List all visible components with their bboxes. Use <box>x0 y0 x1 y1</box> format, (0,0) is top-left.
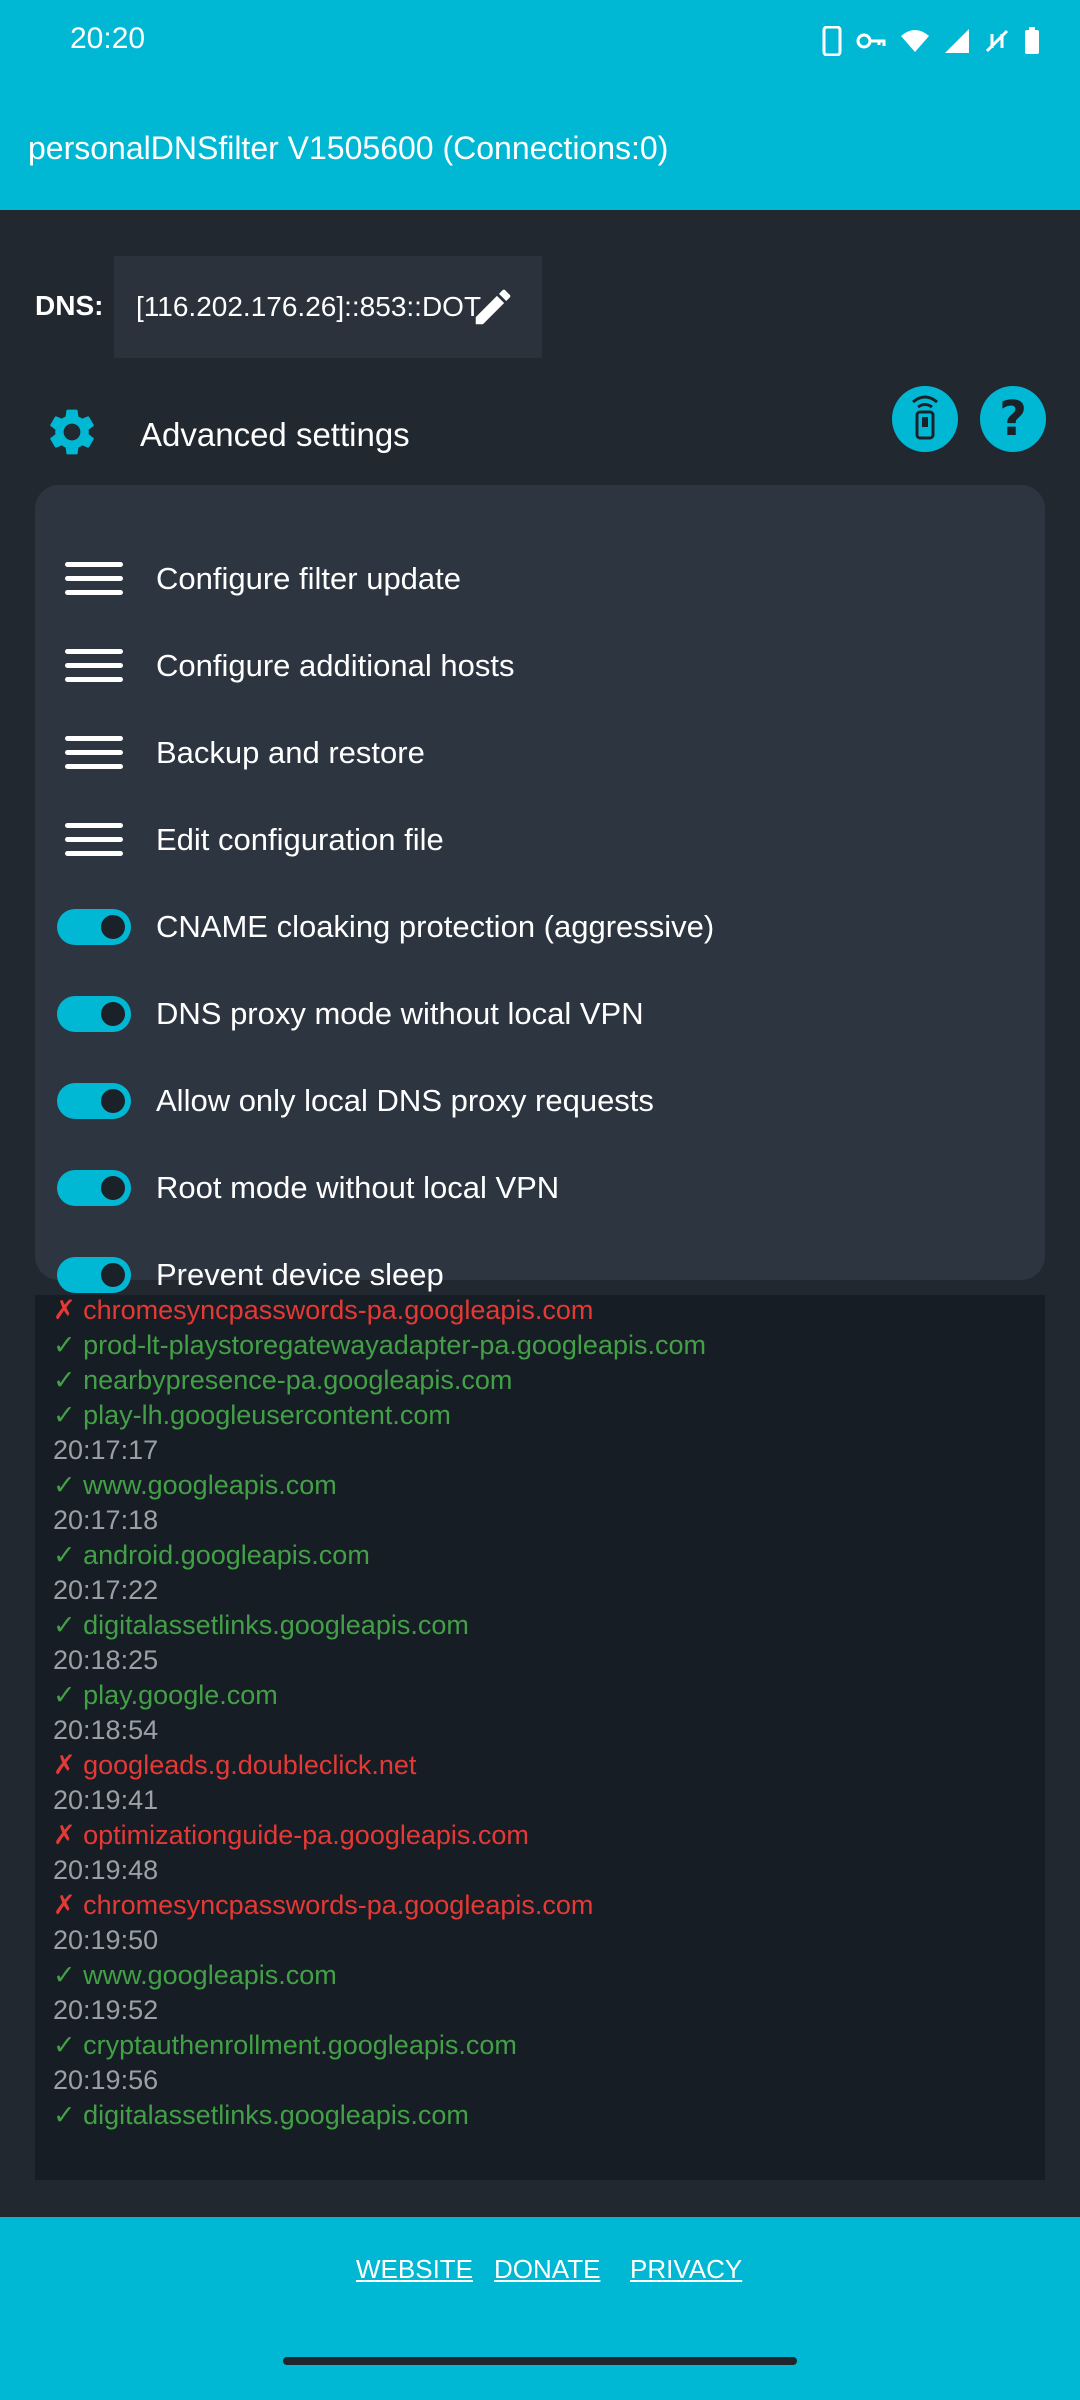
dns-value: [116.202.176.26]::853::DOT <box>136 291 482 322</box>
dns-log[interactable]: ✗ chromesyncpasswords-pa.googleapis.com … <box>35 1295 1045 2180</box>
menu-icon <box>65 553 123 604</box>
log-entry: ✓ play-lh.googleusercontent.com <box>53 1400 451 1430</box>
log-timestamp: 20:18:54 <box>53 1715 159 1745</box>
app-title: personalDNSfilter V1505600 (Connections:… <box>28 130 669 166</box>
help-button[interactable]: ? <box>980 386 1046 452</box>
log-entry: ✓ www.googleapis.com <box>53 1470 337 1500</box>
menu-item-label: Configure additional hosts <box>156 647 515 683</box>
log-timestamp: 20:18:25 <box>53 1645 159 1675</box>
advanced-settings-toggle[interactable]: Advanced settings <box>44 404 410 465</box>
menu-item-configure-additional-hosts[interactable]: Configure additional hosts <box>35 622 1045 709</box>
setting-label: Prevent device sleep <box>156 1256 444 1292</box>
menu-icon <box>65 640 123 691</box>
log-timestamp: 20:17:18 <box>53 1505 159 1535</box>
advanced-settings-panel: Configure filter update Configure additi… <box>35 485 1045 1293</box>
signal-icon <box>944 28 970 54</box>
dns-field[interactable]: [116.202.176.26]::853::DOT <box>114 256 542 358</box>
footer: WEBSITE DONATE PRIVACY <box>0 2217 1080 2400</box>
menu-item-label: Backup and restore <box>156 734 425 770</box>
log-entry: ✓ android.googleapis.com <box>53 1540 370 1570</box>
log-entry: ✓ digitalassetlinks.googleapis.com <box>53 2100 469 2130</box>
cname-cloaking-toggle[interactable] <box>57 908 131 945</box>
setting-label: CNAME cloaking protection (aggressive) <box>156 908 715 944</box>
log-entry: ✗ googleads.g.doubleclick.net <box>53 1750 417 1780</box>
wifi-icon <box>900 28 930 54</box>
status-icons <box>822 26 1040 56</box>
menu-item-edit-config[interactable]: Edit configuration file <box>35 796 1045 883</box>
menu-item-label: Edit configuration file <box>156 821 444 857</box>
no-data-icon <box>984 28 1010 54</box>
log-timestamp: 20:19:56 <box>53 2065 159 2095</box>
log-entry: ✓ prod-lt-playstoregatewayadapter-pa.goo… <box>53 1330 706 1360</box>
battery-icon <box>1024 27 1040 55</box>
home-gesture-bar[interactable] <box>283 2357 797 2365</box>
log-timestamp: 20:17:22 <box>53 1575 159 1605</box>
help-icon: ? <box>999 391 1027 447</box>
menu-item-label: Configure filter update <box>156 560 462 596</box>
menu-item-backup-restore[interactable]: Backup and restore <box>35 709 1045 796</box>
edit-icon[interactable] <box>470 284 516 335</box>
log-timestamp: 20:19:50 <box>53 1925 159 1955</box>
log-entry: ✗ optimizationguide-pa.googleapis.com <box>53 1820 529 1850</box>
dns-proxy-toggle[interactable] <box>57 995 131 1032</box>
log-timestamp: 20:19:52 <box>53 1995 159 2025</box>
remote-icon <box>908 394 942 445</box>
prevent-sleep-toggle[interactable] <box>57 1256 131 1293</box>
log-timestamp: 20:17:17 <box>53 1435 159 1465</box>
status-time: 20:20 <box>70 22 146 55</box>
log-entry: ✓ nearbypresence-pa.googleapis.com <box>53 1365 513 1395</box>
gear-icon <box>44 404 100 465</box>
setting-root-mode: Root mode without local VPN <box>35 1144 1045 1231</box>
menu-icon <box>65 727 123 778</box>
setting-cname-cloaking: CNAME cloaking protection (aggressive) <box>35 883 1045 970</box>
log-entry: ✗ chromesyncpasswords-pa.googleapis.com <box>53 1295 594 1325</box>
app-bar: personalDNSfilter V1505600 (Connections:… <box>0 84 1080 210</box>
dns-label: DNS: <box>35 290 104 321</box>
log-timestamp: 20:19:48 <box>53 1855 159 1885</box>
log-entry: ✗ chromesyncpasswords-pa.googleapis.com <box>53 1890 594 1920</box>
menu-icon <box>65 814 123 865</box>
log-timestamp: 20:19:41 <box>53 1785 159 1815</box>
status-bar: 20:20 <box>0 0 1080 84</box>
vpn-key-icon <box>856 31 886 51</box>
privacy-link[interactable]: PRIVACY <box>630 2254 742 2285</box>
setting-local-dns-only: Allow only local DNS proxy requests <box>35 1057 1045 1144</box>
advanced-settings-label: Advanced settings <box>140 415 410 453</box>
menu-item-configure-filter-update[interactable]: Configure filter update <box>35 535 1045 622</box>
local-dns-only-toggle[interactable] <box>57 1082 131 1119</box>
setting-label: Root mode without local VPN <box>156 1169 560 1205</box>
log-entry: ✓ digitalassetlinks.googleapis.com <box>53 1610 469 1640</box>
log-entry: ✓ cryptauthenrollment.googleapis.com <box>53 2030 517 2060</box>
phone-icon <box>822 26 842 56</box>
website-link[interactable]: WEBSITE <box>356 2254 473 2285</box>
log-entry: ✓ play.google.com <box>53 1680 278 1710</box>
setting-dns-proxy-mode: DNS proxy mode without local VPN <box>35 970 1045 1057</box>
setting-label: DNS proxy mode without local VPN <box>156 995 644 1031</box>
remote-control-button[interactable] <box>892 386 958 452</box>
donate-link[interactable]: DONATE <box>494 2254 600 2285</box>
log-entry: ✓ www.googleapis.com <box>53 1960 337 1990</box>
setting-label: Allow only local DNS proxy requests <box>156 1082 654 1118</box>
root-mode-toggle[interactable] <box>57 1169 131 1206</box>
